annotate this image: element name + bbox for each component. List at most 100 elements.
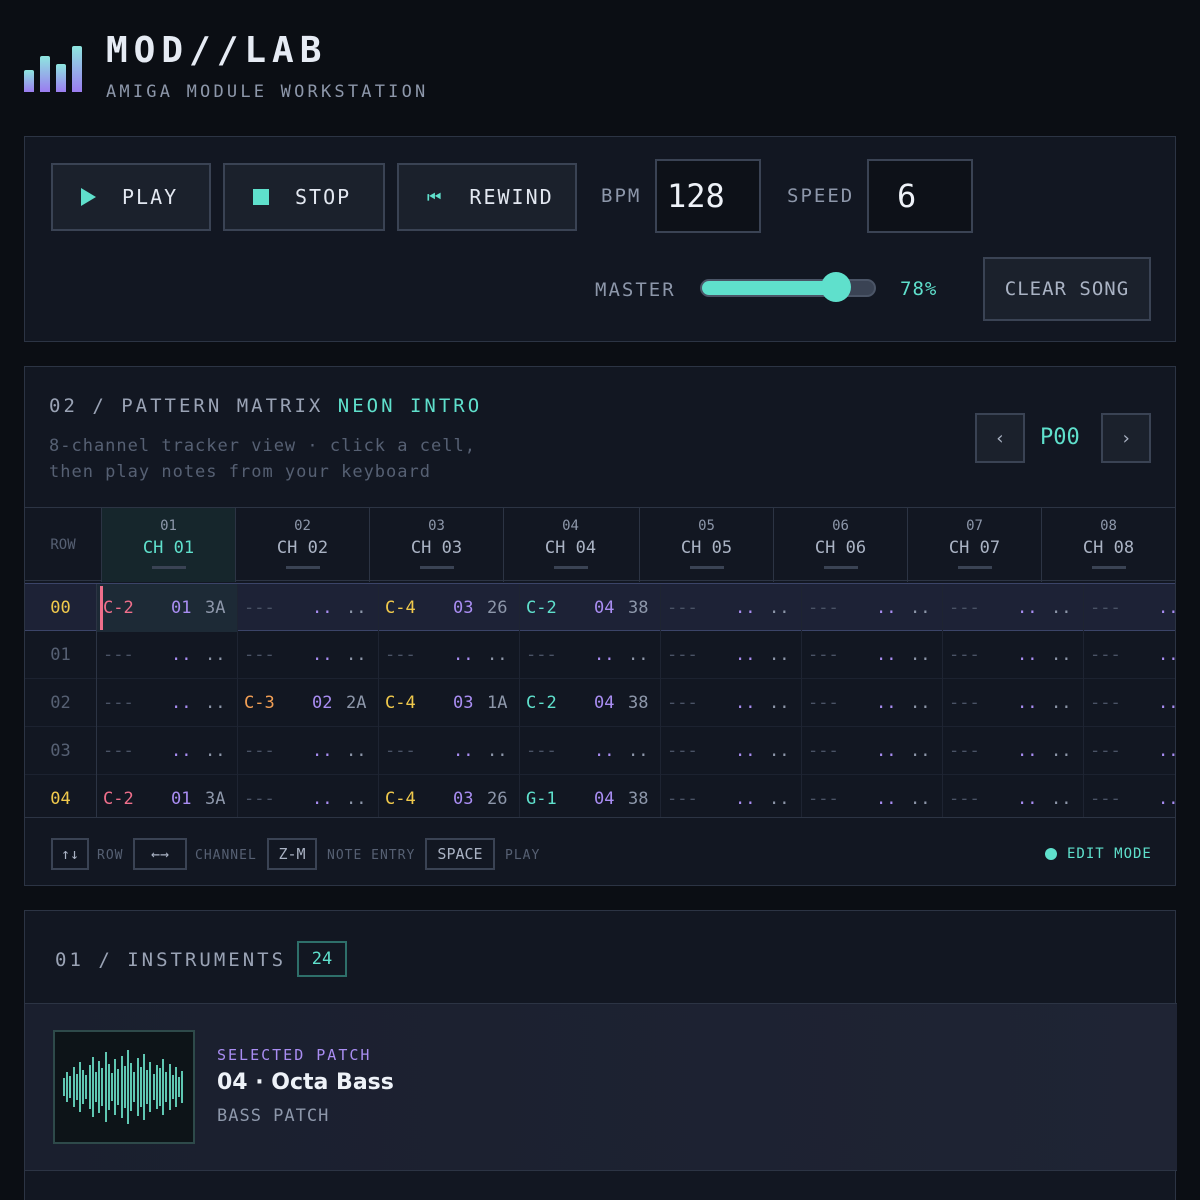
pattern-cell[interactable]: ---.... (1084, 631, 1175, 679)
note: --- (808, 645, 839, 665)
clear-song-button[interactable]: CLEAR SONG (983, 257, 1151, 321)
instrument-number: .. (1158, 598, 1175, 618)
waveform-bar (79, 1062, 81, 1112)
effect-value: .. (910, 598, 931, 618)
speed-input[interactable]: 6 (867, 159, 973, 233)
pattern-cell[interactable]: ---.... (1084, 584, 1175, 632)
pattern-cell[interactable]: ---.... (379, 727, 520, 775)
rewind-label: REWIND (469, 185, 554, 209)
note: --- (103, 645, 134, 665)
play-button[interactable]: PLAY (51, 163, 211, 231)
tab-channel-08[interactable]: 08 CH 08 (1041, 508, 1175, 582)
pattern-cell[interactable]: ---.... (97, 631, 238, 679)
pattern-cell[interactable]: ---.... (943, 631, 1084, 679)
pattern-cell[interactable]: ---.... (379, 631, 520, 679)
next-pattern-button[interactable]: › (1101, 413, 1151, 463)
note: --- (1090, 598, 1121, 618)
pattern-cell[interactable]: ---.... (802, 679, 943, 727)
pattern-cell[interactable]: ---.... (943, 679, 1084, 727)
play-label: PLAY (122, 185, 179, 209)
stop-button[interactable]: STOP (223, 163, 385, 231)
instrument-number: .. (876, 598, 897, 618)
shortcut-key: ←→ (133, 838, 187, 870)
pattern-cell[interactable]: ---.... (238, 584, 379, 632)
pattern-cell[interactable]: ---.... (238, 727, 379, 775)
pattern-cell[interactable]: G-1 04 38 (520, 775, 661, 823)
effect-value: .. (1051, 693, 1072, 713)
pattern-cell[interactable]: C-2 01 3A (97, 775, 238, 823)
pattern-cell[interactable]: ---.... (238, 631, 379, 679)
pattern-cell[interactable]: ---.... (97, 679, 238, 727)
rewind-button[interactable]: ⏮ REWIND (397, 163, 577, 231)
pattern-cell[interactable]: C-4 03 1A (379, 679, 520, 727)
pattern-cell[interactable]: ---.... (943, 584, 1084, 632)
pattern-cell[interactable]: ---.... (661, 584, 802, 632)
master-label: MASTER (595, 279, 676, 301)
pattern-cell[interactable]: C-2 04 38 (520, 679, 661, 727)
tab-channel-07[interactable]: 07 CH 07 (907, 508, 1041, 582)
instrument-number: .. (876, 693, 897, 713)
waveform-bar (168, 1064, 171, 1110)
pattern-cell[interactable]: ---.... (1084, 727, 1175, 775)
master-volume-knob[interactable] (821, 272, 852, 302)
pattern-cell[interactable]: ---.... (238, 775, 379, 823)
tab-channel-04[interactable]: 04 CH 04 (503, 508, 637, 582)
pattern-cell[interactable]: C-4 03 26 (379, 775, 520, 823)
waveform-bar (136, 1058, 139, 1116)
pattern-cell[interactable]: ---.... (802, 775, 943, 823)
app-title: MOD//LAB (106, 30, 328, 71)
pattern-cell[interactable]: ---.... (802, 584, 943, 632)
tab-channel-02[interactable]: 02 CH 02 (235, 508, 369, 582)
pattern-cell[interactable]: ---.... (802, 631, 943, 679)
pattern-cell[interactable]: C-2 04 38 (520, 584, 661, 632)
effect-value: .. (769, 693, 790, 713)
tab-channel-05[interactable]: 05 CH 05 (639, 508, 773, 582)
effect-value: .. (1051, 598, 1072, 618)
pattern-cell[interactable]: ---.... (1084, 775, 1175, 823)
note: --- (244, 598, 275, 618)
pattern-cell[interactable]: ---.... (1084, 679, 1175, 727)
pattern-cell[interactable]: ---.... (661, 727, 802, 775)
row-number: 04 (25, 775, 97, 823)
note: --- (808, 741, 839, 761)
pattern-cell[interactable]: ---.... (661, 679, 802, 727)
effect-value: .. (628, 741, 649, 761)
pattern-cell[interactable]: ---.... (802, 727, 943, 775)
note: --- (103, 693, 134, 713)
note: --- (949, 741, 980, 761)
prev-pattern-button[interactable]: ‹ (975, 413, 1025, 463)
pattern-cell[interactable]: C-3 02 2A (238, 679, 379, 727)
channel-underline (285, 566, 320, 569)
pattern-cell[interactable]: C-2 01 3A (97, 584, 238, 632)
channel-underline (553, 566, 588, 569)
waveform-bar (159, 1068, 161, 1106)
pattern-description: 8-channel tracker view · click a cell, t… (49, 433, 509, 485)
shortcut-key: SPACE (425, 838, 495, 870)
pattern-cell[interactable]: ---.... (943, 727, 1084, 775)
note: --- (667, 645, 698, 665)
pattern-cell[interactable]: ---.... (661, 775, 802, 823)
app: MOD//LAB AMIGA MODULE WORKSTATION PLAY S… (0, 0, 1200, 1200)
channel-name: CH 04 (544, 538, 597, 558)
instrument-number: .. (735, 693, 756, 713)
tab-channel-06[interactable]: 06 CH 06 (773, 508, 907, 582)
bpm-input[interactable]: 128 (655, 159, 761, 233)
pattern-cell[interactable]: ---.... (661, 631, 802, 679)
instrument-number: .. (1017, 598, 1038, 618)
master-volume-slider[interactable] (700, 272, 876, 302)
tab-channel-01[interactable]: 01 CH 01 (101, 508, 235, 582)
note: --- (808, 789, 839, 809)
pattern-cell[interactable]: ---.... (943, 775, 1084, 823)
table-row: 03 ---.... ---.... ---.... ---.... ---.... ---… (25, 727, 1175, 775)
instrument-number: .. (1017, 645, 1038, 665)
shortcut-key: ↑↓ (51, 838, 89, 870)
pattern-cell[interactable]: C-4 03 26 (379, 584, 520, 632)
tab-channel-03[interactable]: 03 CH 03 (369, 508, 503, 582)
note: C-4 (385, 789, 416, 809)
selected-patch-card[interactable]: SELECTED PATCH 04 · Octa Bass BASS PATCH (25, 1003, 1177, 1171)
pattern-cell[interactable]: ---.... (97, 727, 238, 775)
pattern-cell[interactable]: ---.... (520, 727, 661, 775)
pattern-name: NEON INTRO (337, 395, 483, 417)
note: G-1 (526, 789, 557, 809)
pattern-cell[interactable]: ---.... (520, 631, 661, 679)
